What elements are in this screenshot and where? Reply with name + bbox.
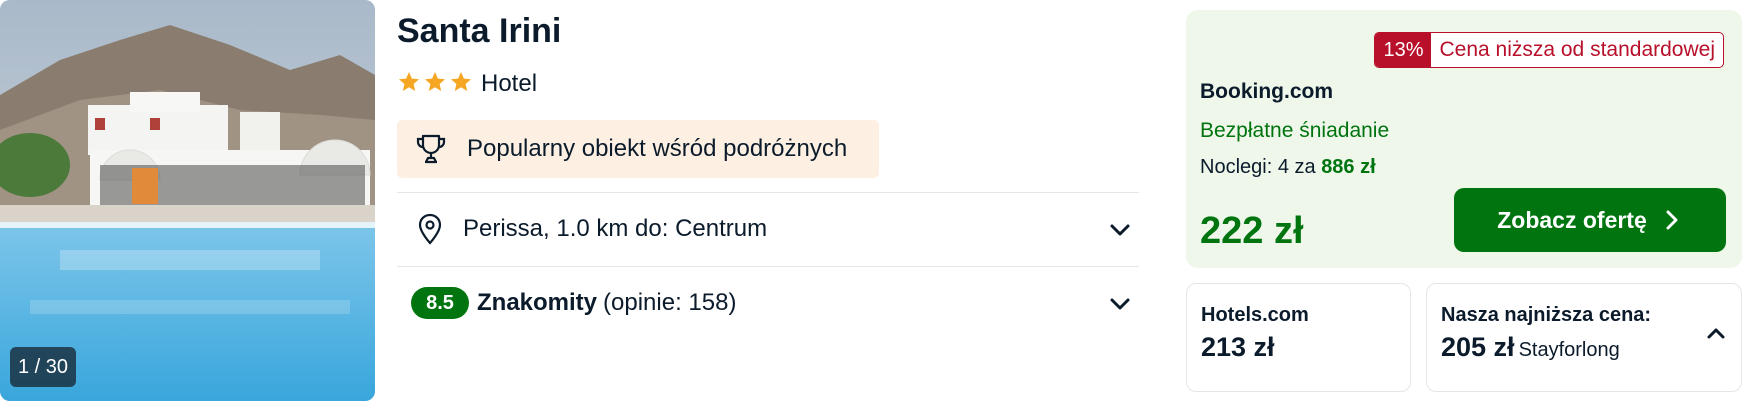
chevron-right-icon	[1666, 210, 1678, 230]
discount-percent: 13%	[1375, 33, 1432, 67]
offer-card-lowest[interactable]: Nasza najniższa cena: 205 zł Stayforlong	[1426, 283, 1742, 392]
star-rating	[397, 70, 473, 94]
hotel-name[interactable]: Santa Irini	[397, 12, 561, 51]
discount-badge: 13% Cena niższa od standardowej	[1374, 32, 1724, 68]
location-text: Perissa, 1.0 km do: Centrum	[463, 215, 768, 242]
lowest-price-label: Nasza najniższa cena:	[1441, 304, 1652, 326]
photo-counter: 1 / 30	[10, 347, 77, 387]
rating-row[interactable]: 8.5 Znakomity (opinie: 158)	[397, 267, 1139, 339]
popular-badge-label: Popularny obiekt wśród podróżnych	[467, 135, 848, 162]
nights-label: Noclegi: 4 za	[1200, 156, 1316, 178]
chevron-down-icon[interactable]	[1107, 217, 1133, 243]
chevron-down-icon[interactable]	[1107, 291, 1133, 317]
deal-provider: Booking.com	[1200, 80, 1334, 103]
star-icon	[451, 72, 471, 91]
nights-summary: Noclegi: 4 za 886 zł	[1200, 156, 1376, 179]
location-row[interactable]: Perissa, 1.0 km do: Centrum	[397, 193, 1139, 265]
offer-provider: Stayforlong	[1518, 339, 1620, 361]
rating-score-badge: 8.5	[411, 287, 469, 319]
offer-price: 205 zł	[1441, 332, 1515, 362]
star-icon	[425, 72, 445, 91]
deal-price: 222 zł	[1200, 210, 1304, 252]
deal-perk: Bezpłatne śniadanie	[1200, 119, 1390, 142]
hotel-photo-image	[0, 0, 375, 401]
view-offer-button[interactable]: Zobacz ofertę	[1454, 188, 1726, 252]
lowest-price-value: 205 zł Stayforlong	[1441, 332, 1620, 363]
review-count: (opinie: 158)	[603, 289, 737, 316]
view-offer-label: Zobacz ofertę	[1497, 206, 1647, 233]
offer-card-hotels[interactable]: Hotels.com 213 zł	[1186, 283, 1411, 392]
trophy-icon	[416, 134, 446, 164]
offer-provider: Hotels.com	[1201, 304, 1309, 326]
hotel-photo[interactable]: 1 / 30	[0, 0, 375, 401]
location-pin-icon	[418, 213, 442, 245]
star-icon	[399, 72, 419, 91]
chevron-up-icon[interactable]	[1705, 322, 1727, 344]
popular-badge: Popularny obiekt wśród podróżnych	[397, 120, 879, 178]
discount-label: Cena niższa od standardowej	[1439, 38, 1715, 61]
offer-price: 213 zł	[1201, 332, 1275, 362]
nights-total: 886 zł	[1321, 156, 1376, 178]
rating-label: Znakomity	[477, 289, 598, 316]
main-deal-panel[interactable]: 13% Cena niższa od standardowej Booking.…	[1186, 10, 1742, 268]
accommodation-type: Hotel	[481, 70, 538, 97]
